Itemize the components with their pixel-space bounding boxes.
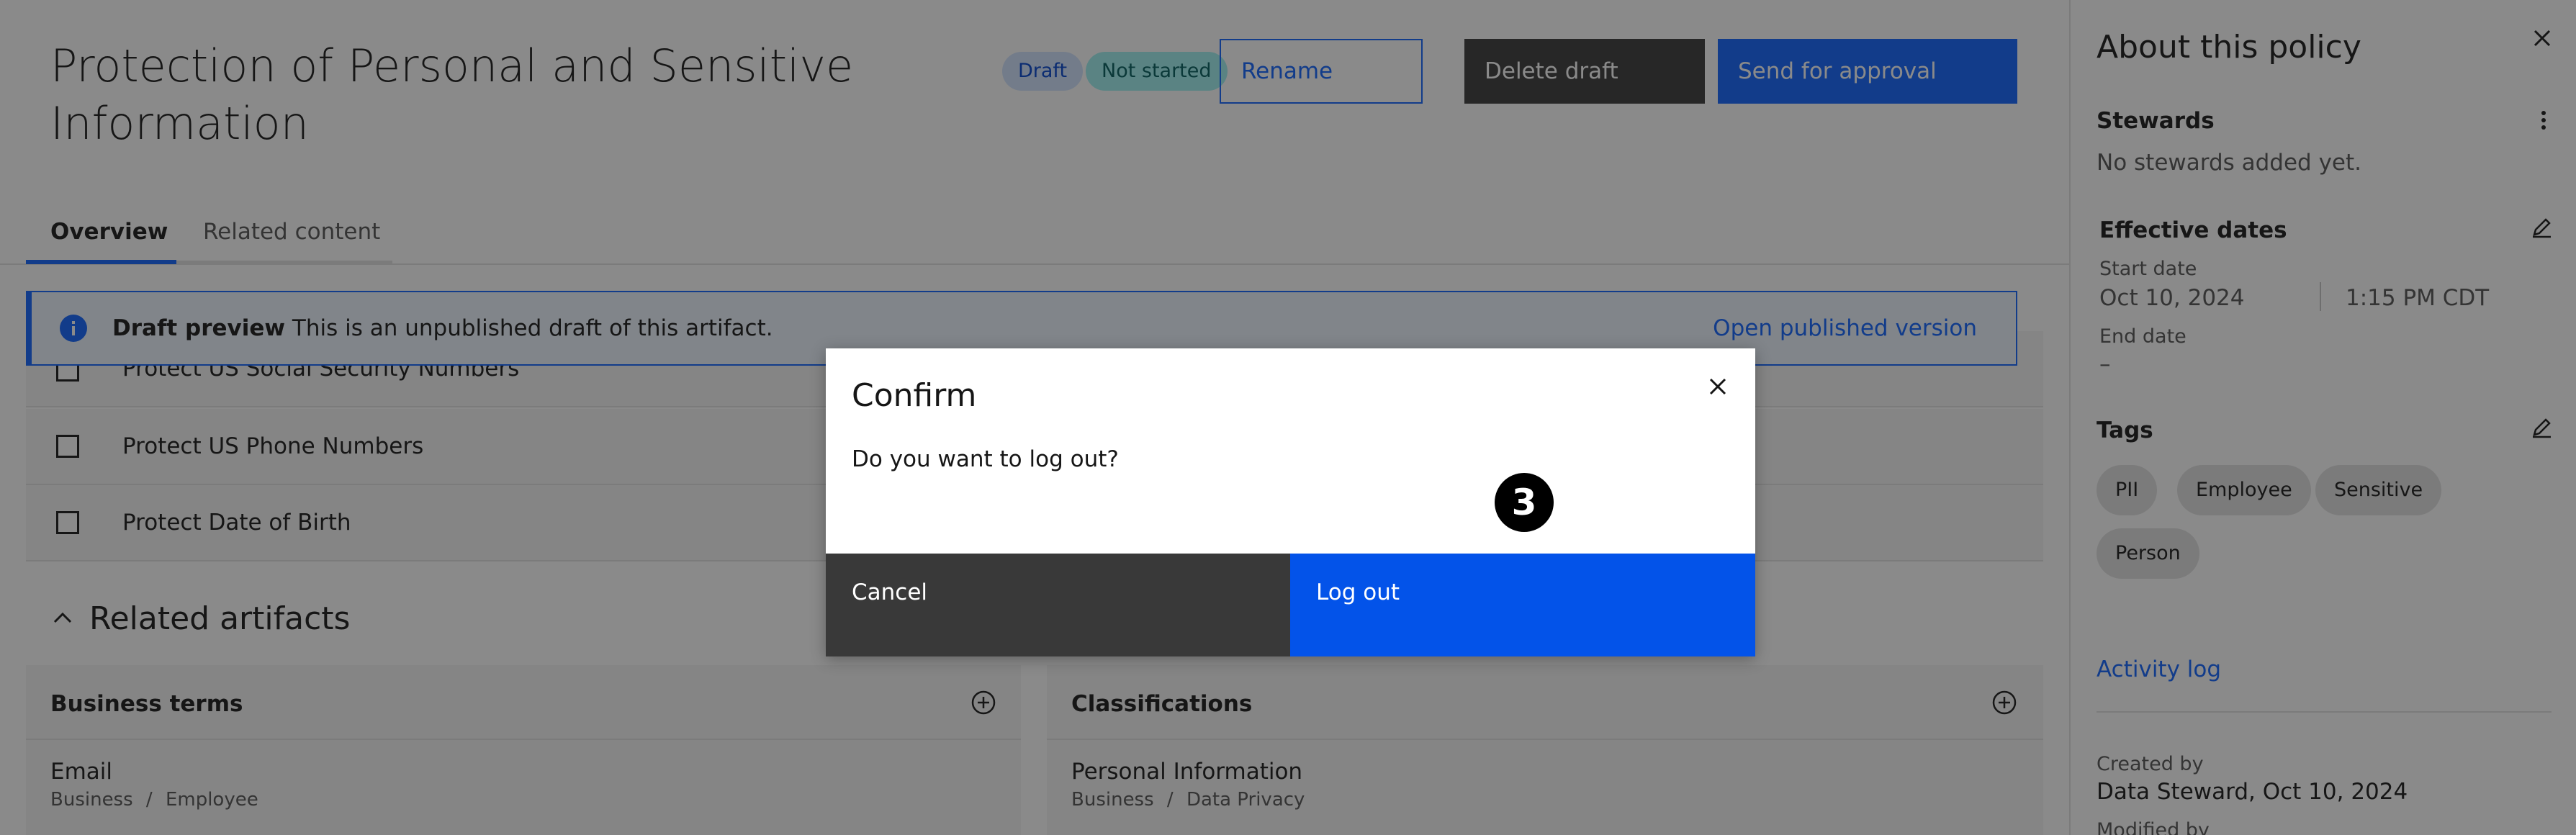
dialog-title: Confirm — [852, 377, 977, 414]
close-icon[interactable] — [1707, 376, 1729, 397]
step-number-badge: 3 — [1495, 473, 1554, 532]
dialog-body: Do you want to log out? — [852, 446, 1119, 472]
log-out-button[interactable]: Log out — [1290, 554, 1755, 656]
confirm-dialog: Confirm Do you want to log out? Cancel L… — [826, 348, 1755, 656]
cancel-button[interactable]: Cancel — [826, 554, 1290, 656]
